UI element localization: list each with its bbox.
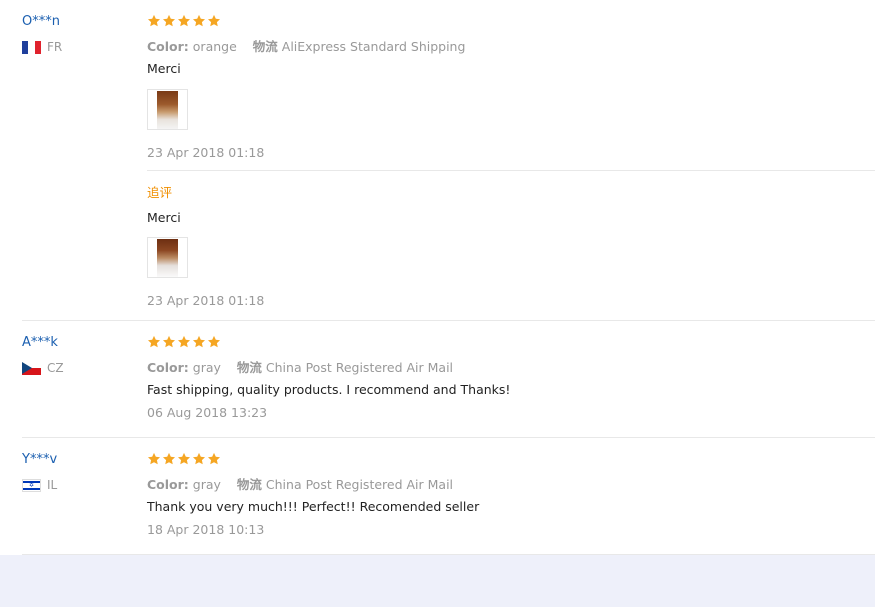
star-icon (162, 452, 176, 465)
followup-photo-thumbnail[interactable] (147, 237, 188, 278)
reviewer-name[interactable]: Y***v (22, 452, 57, 467)
review-text: Merci (147, 61, 181, 76)
country-code: IL (47, 478, 58, 492)
reviewer-name[interactable]: O***n (22, 14, 60, 29)
review-item: O***n FR Color: orange 物流 AliExpress Sta… (0, 0, 875, 320)
star-icon (147, 335, 161, 348)
review-text: Thank you very much!!! Perfect!! Recomen… (147, 499, 480, 514)
star-icon (192, 14, 206, 27)
france-flag-icon (22, 40, 41, 54)
review-date: 23 Apr 2018 01:18 (147, 145, 265, 160)
star-rating (147, 452, 221, 468)
product-photo (157, 90, 178, 129)
country-code: CZ (47, 361, 64, 375)
review-divider (22, 554, 875, 555)
star-icon (162, 335, 176, 348)
logistics-value: China Post Registered Air Mail (265, 360, 454, 375)
logistics-value: AliExpress Standard Shipping (281, 39, 466, 54)
followup-divider (147, 170, 875, 171)
followup-date: 23 Apr 2018 01:18 (147, 293, 265, 308)
color-value: orange (192, 39, 237, 54)
order-info: Color: gray 物流 China Post Registered Air… (147, 357, 453, 376)
country-code: FR (47, 40, 63, 54)
color-value: gray (192, 360, 221, 375)
review-photo-thumbnail[interactable] (147, 89, 188, 130)
feedback-page: O***n FR Color: orange 物流 AliExpress Sta… (0, 0, 875, 607)
reviewer-country: ✡ IL (22, 478, 57, 492)
color-label: Color: (147, 477, 189, 492)
star-rating (147, 335, 221, 351)
order-info: Color: orange 物流 AliExpress Standard Shi… (147, 36, 465, 55)
review-date: 06 Aug 2018 13:23 (147, 405, 268, 420)
star-icon (177, 335, 191, 348)
color-label: Color: (147, 39, 189, 54)
order-info: Color: gray 物流 China Post Registered Air… (147, 474, 453, 493)
reviewer-country: CZ (22, 361, 64, 375)
review-text: Fast shipping, quality products. I recom… (147, 382, 511, 397)
israel-flag-icon: ✡ (22, 478, 41, 492)
followup-label: 追评 (147, 185, 173, 200)
star-icon (207, 452, 221, 465)
logistics-label: 物流 (252, 39, 278, 54)
review-date: 18 Apr 2018 10:13 (147, 522, 265, 537)
product-photo (157, 238, 178, 277)
logistics-label: 物流 (236, 360, 262, 375)
followup-text: Merci (147, 210, 181, 225)
star-icon (192, 335, 206, 348)
color-value: gray (192, 477, 221, 492)
review-item: A***k CZ Color: gray 物流 China Post Regis… (0, 321, 875, 437)
color-label: Color: (147, 360, 189, 375)
star-icon (147, 452, 161, 465)
star-icon (207, 14, 221, 27)
feedback-list: O***n FR Color: orange 物流 AliExpress Sta… (0, 0, 875, 555)
star-icon (177, 452, 191, 465)
star-icon (162, 14, 176, 27)
star-rating (147, 14, 221, 30)
logistics-value: China Post Registered Air Mail (265, 477, 454, 492)
star-icon (177, 14, 191, 27)
logistics-label: 物流 (236, 477, 262, 492)
review-item: Y***v ✡ IL Color: gray 物流 China Post Reg… (0, 438, 875, 554)
star-icon (147, 14, 161, 27)
reviewer-name[interactable]: A***k (22, 335, 58, 350)
czech-flag-icon (22, 361, 41, 375)
star-icon (207, 335, 221, 348)
star-icon (192, 452, 206, 465)
reviewer-country: FR (22, 40, 62, 54)
